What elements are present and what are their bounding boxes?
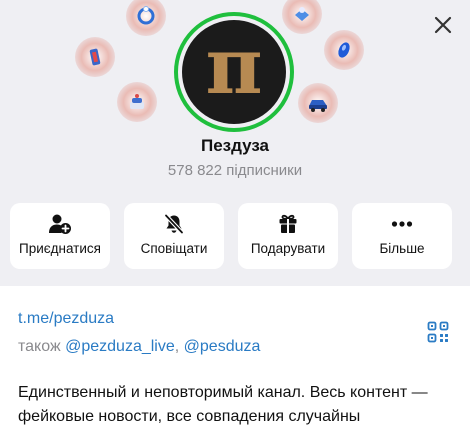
also-link-live[interactable]: @pezduza_live bbox=[65, 338, 175, 355]
gift-ring-icon[interactable] bbox=[126, 0, 166, 36]
more-dots-icon bbox=[391, 221, 413, 227]
qr-code-icon[interactable] bbox=[427, 321, 449, 343]
bell-muted-icon bbox=[164, 214, 184, 234]
subscriber-count: 578 822 підписники bbox=[167, 162, 303, 179]
gift-label: Подарувати bbox=[250, 241, 326, 256]
notify-label: Сповіщати bbox=[140, 241, 208, 256]
profile-header: п Пездуза 578 822 підписники Приєднатися… bbox=[0, 0, 470, 286]
channel-name: Пездуза bbox=[200, 136, 270, 155]
gift-button[interactable]: Подарувати bbox=[238, 203, 338, 269]
gift-book-icon[interactable] bbox=[282, 0, 322, 34]
gift-car-icon[interactable] bbox=[298, 83, 338, 123]
also-line: також @pezduza_live, @pesduza bbox=[18, 338, 260, 356]
also-prefix: також bbox=[18, 338, 61, 355]
gift-gem-icon[interactable] bbox=[324, 30, 364, 70]
channel-description: Единственный и неповторимый канал. Весь … bbox=[18, 384, 428, 425]
avatar-logo: п bbox=[205, 21, 263, 112]
gift-stick-icon[interactable] bbox=[75, 37, 115, 77]
more-button[interactable]: Більше bbox=[352, 203, 452, 269]
avatar: п bbox=[182, 20, 286, 124]
avatar-ring[interactable]: п bbox=[174, 12, 294, 132]
join-label: Приєднатися bbox=[19, 241, 101, 256]
close-button[interactable] bbox=[428, 10, 458, 40]
gift-cake-icon[interactable] bbox=[117, 82, 157, 122]
join-user-plus-icon bbox=[49, 214, 71, 234]
notify-button[interactable]: Сповіщати bbox=[124, 203, 224, 269]
also-link-pesduza[interactable]: @pesduza bbox=[184, 338, 261, 355]
channel-link[interactable]: t.me/pezduza bbox=[18, 310, 114, 328]
more-label: Більше bbox=[379, 241, 425, 256]
close-icon bbox=[434, 16, 452, 34]
gift-icon bbox=[279, 214, 297, 233]
join-button[interactable]: Приєднатися bbox=[10, 203, 110, 269]
also-separator: , bbox=[174, 338, 180, 355]
